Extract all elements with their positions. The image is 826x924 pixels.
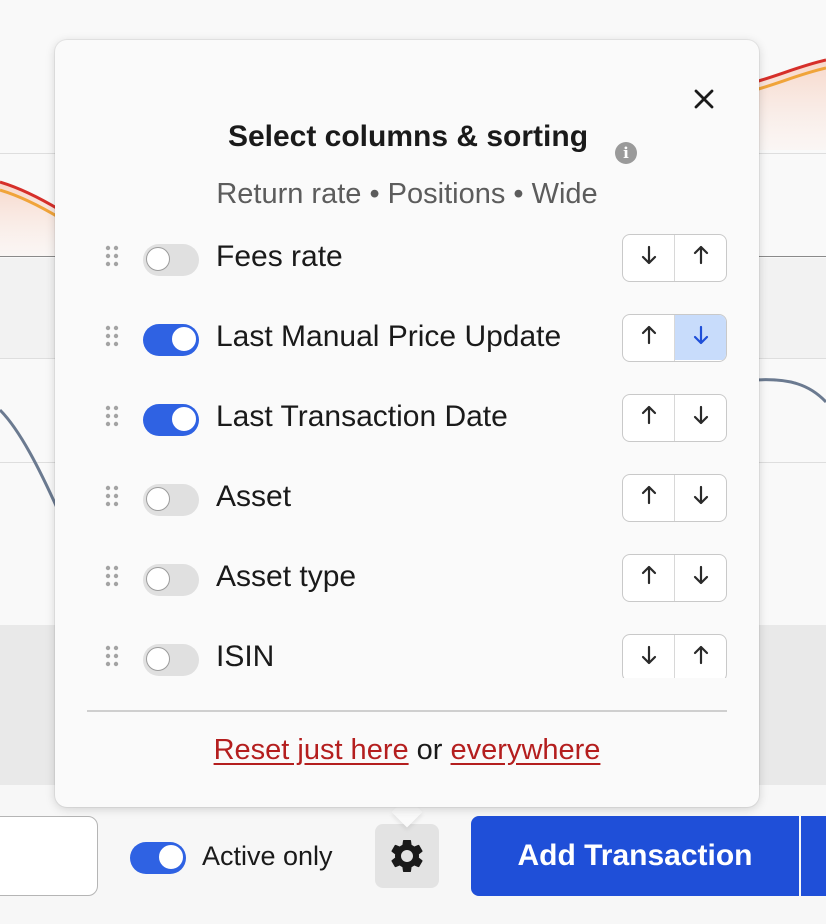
info-icon[interactable]: i [615,142,637,164]
active-only-toggle[interactable] [130,842,186,874]
reset-everywhere-link[interactable]: everywhere [451,734,601,766]
reset-line: Reset just here or everywhere [55,734,759,767]
sort-button-group [622,554,727,602]
columns-popover: Select columns & sorting Return rate • P… [55,40,759,807]
popover-divider [87,710,727,712]
drag-handle-icon[interactable] [105,565,119,587]
toggle-knob [146,647,170,671]
column-list: Fees rate Last Manual Price Update Last Tr… [55,216,759,678]
gear-icon [391,840,423,872]
toggle-knob [172,407,196,431]
column-row: Asset type [55,540,759,620]
toggle-knob [146,567,170,591]
close-icon [694,89,714,109]
column-row: Asset [55,460,759,540]
reset-or-text: or [416,734,443,766]
column-toggle[interactable] [143,404,199,436]
arrow-up-icon [640,565,658,590]
sort-button-group [622,634,727,678]
active-only-label: Active only [202,841,333,871]
toggle-knob [146,247,170,271]
column-label: Fees rate [216,240,343,273]
arrow-down-icon [692,485,710,510]
sort-ascending-button[interactable] [623,475,674,520]
popover-title: Select columns & sorting [227,120,589,153]
column-toggle[interactable] [143,484,199,516]
column-label: Asset type [216,560,357,593]
column-toggle[interactable] [143,244,199,276]
sort-button-group [622,394,727,442]
column-label: Asset [216,480,292,513]
drag-handle-icon[interactable] [105,485,119,507]
reset-just-here-link[interactable]: Reset just here [214,734,409,766]
column-toggle[interactable] [143,564,199,596]
drag-handle-icon[interactable] [105,645,119,667]
column-row: Fees rate [55,220,759,300]
toggle-knob [172,327,196,351]
sort-ascending-button[interactable] [623,555,674,600]
chart-line-grey [754,378,826,404]
add-transaction-button[interactable]: Add Transaction [471,816,799,896]
sort-descending-button[interactable] [623,235,674,280]
arrow-down-icon [692,405,710,430]
sort-ascending-button[interactable] [675,235,726,280]
arrow-up-icon [640,325,658,350]
column-toggle[interactable] [143,324,199,356]
column-row: ISIN [55,620,759,678]
drag-handle-icon[interactable] [105,245,119,267]
search-input[interactable] [0,816,98,896]
arrow-up-icon [640,405,658,430]
sort-descending-button[interactable] [675,475,726,520]
popover-subtitle: Return rate • Positions • Wide [216,178,598,210]
settings-button[interactable] [375,824,439,888]
sort-ascending-button[interactable] [675,635,726,678]
column-label: ISIN [216,640,275,673]
arrow-down-icon [692,565,710,590]
sort-descending-button[interactable] [675,555,726,600]
arrow-down-icon [640,645,658,670]
sort-button-group [622,234,727,282]
sort-button-group [622,314,727,362]
sort-ascending-button[interactable] [623,315,674,360]
drag-handle-icon[interactable] [105,405,119,427]
chart-area [755,60,826,150]
arrow-down-icon [640,245,658,270]
arrow-up-icon [692,645,710,670]
arrow-up-icon [692,245,710,270]
close-button[interactable] [689,84,719,114]
column-toggle[interactable] [143,644,199,676]
sort-descending-button[interactable] [675,315,726,360]
add-transaction-dropdown-button[interactable] [801,816,826,896]
column-row: Last Manual Price Update [55,300,759,380]
toggle-knob [146,487,170,511]
drag-handle-icon[interactable] [105,325,119,347]
arrow-up-icon [640,485,658,510]
chart-line-grey [0,408,60,511]
toggle-knob [159,845,183,869]
column-label: Last Transaction Date [216,400,508,433]
sort-ascending-button[interactable] [623,395,674,440]
column-label: Last Manual Price Update [216,320,562,353]
column-row: Last Transaction Date [55,380,759,460]
arrow-down-icon [692,325,710,350]
sort-button-group [622,474,727,522]
sort-descending-button[interactable] [623,635,674,678]
sort-descending-button[interactable] [675,395,726,440]
